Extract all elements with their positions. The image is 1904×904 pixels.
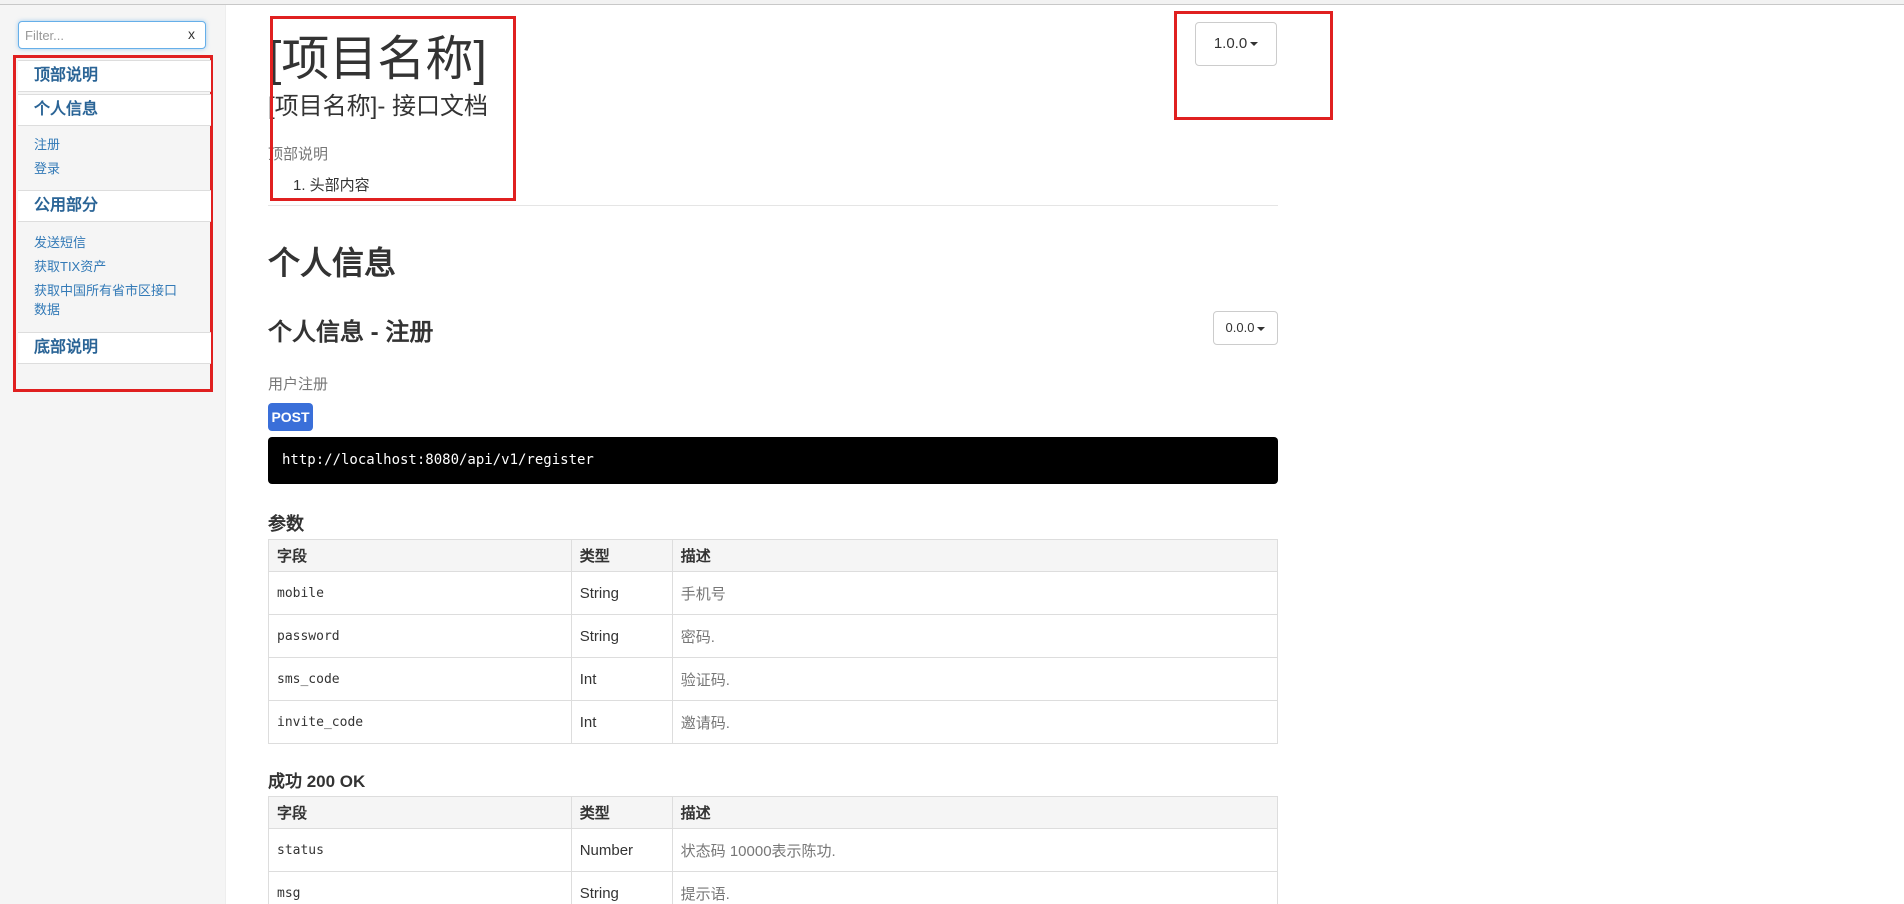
params-heading: 参数 xyxy=(268,514,304,534)
column-header: 类型 xyxy=(570,539,673,572)
description-cell: 验证码. xyxy=(671,657,1279,701)
table-row: mobile String 手机号 xyxy=(268,571,1279,615)
api-description: 用户注册 xyxy=(268,376,329,393)
column-header: 字段 xyxy=(268,796,572,829)
description-cell: 密码. xyxy=(671,614,1279,658)
column-header: 类型 xyxy=(570,796,673,829)
filter-box: x xyxy=(18,21,206,49)
api-title: 个人信息 - 注册 xyxy=(268,319,434,346)
table-row: msg String 提示语. xyxy=(268,871,1279,904)
field-cell: password xyxy=(268,614,572,658)
sidebar-item-login[interactable]: 登录 xyxy=(34,160,60,178)
http-method-badge: POST xyxy=(268,403,313,431)
filter-clear-button[interactable]: x xyxy=(188,26,195,42)
params-table: 字段 类型 描述 mobile String 手机号 password Stri… xyxy=(268,539,1279,744)
table-row: invite_code Int 邀请码. xyxy=(268,700,1279,744)
description-cell: 状态码 10000表示陈功. xyxy=(671,828,1279,872)
table-header-row: 字段 类型 描述 xyxy=(268,796,1279,829)
success-table: 字段 类型 描述 status Number 状态码 10000表示陈功. ms… xyxy=(268,796,1279,904)
type-cell: String xyxy=(570,614,673,658)
type-cell: Int xyxy=(570,700,673,744)
field-cell: mobile xyxy=(268,571,572,615)
api-version-dropdown[interactable]: 0.0.0 xyxy=(1213,311,1278,345)
success-heading: 成功 200 OK xyxy=(268,772,366,791)
column-header: 字段 xyxy=(268,539,572,572)
sidebar-section-personal[interactable]: 个人信息 xyxy=(18,94,211,126)
type-cell: Int xyxy=(570,657,673,701)
title-highlight-box xyxy=(270,16,516,201)
sidebar-item-get-regions-cont[interactable]: 数据 xyxy=(34,301,60,319)
caret-down-icon xyxy=(1257,326,1266,331)
type-cell: Number xyxy=(570,828,673,872)
description-cell: 提示语. xyxy=(671,871,1279,904)
type-cell: String xyxy=(570,571,673,615)
api-url: http://localhost:8080/api/v1/register xyxy=(268,437,1278,484)
sidebar-nav-highlight: 顶部说明 个人信息 注册 登录 公用部分 发送短信 获取TIX资产 获取中国所有… xyxy=(13,55,213,392)
sidebar-item-register[interactable]: 注册 xyxy=(34,136,60,154)
sidebar-section-top[interactable]: 顶部说明 xyxy=(18,60,211,92)
table-header-row: 字段 类型 描述 xyxy=(268,539,1279,572)
table-row: status Number 状态码 10000表示陈功. xyxy=(268,828,1279,872)
description-cell: 邀请码. xyxy=(671,700,1279,744)
sidebar-section-bottom[interactable]: 底部说明 xyxy=(18,332,211,364)
sidebar-item-get-tix[interactable]: 获取TIX资产 xyxy=(34,258,106,276)
divider xyxy=(268,205,1278,206)
api-version-label: 0.0.0 xyxy=(1225,320,1255,335)
field-cell: invite_code xyxy=(268,700,572,744)
sidebar-item-send-sms[interactable]: 发送短信 xyxy=(34,234,86,252)
table-row: password String 密码. xyxy=(268,614,1279,658)
filter-input[interactable] xyxy=(25,25,175,45)
version-highlight-box xyxy=(1174,11,1333,120)
type-cell: String xyxy=(570,871,673,904)
table-row: sms_code Int 验证码. xyxy=(268,657,1279,701)
field-cell: sms_code xyxy=(268,657,572,701)
column-header: 描述 xyxy=(671,796,1279,829)
field-cell: msg xyxy=(268,871,572,904)
description-cell: 手机号 xyxy=(671,571,1279,615)
sidebar-section-common[interactable]: 公用部分 xyxy=(18,190,211,222)
main-content: [项目名称] [项目名称]- 接口文档 顶部说明 1. 头部内容 1.0.0 个… xyxy=(226,5,1904,904)
field-cell: status xyxy=(268,828,572,872)
sidebar-item-get-regions[interactable]: 获取中国所有省市区接口 xyxy=(34,282,177,300)
section-title: 个人信息 xyxy=(268,245,397,281)
column-header: 描述 xyxy=(671,539,1279,572)
sidebar: x 顶部说明 个人信息 注册 登录 公用部分 发送短信 获取TIX资产 获取中国… xyxy=(0,5,226,904)
